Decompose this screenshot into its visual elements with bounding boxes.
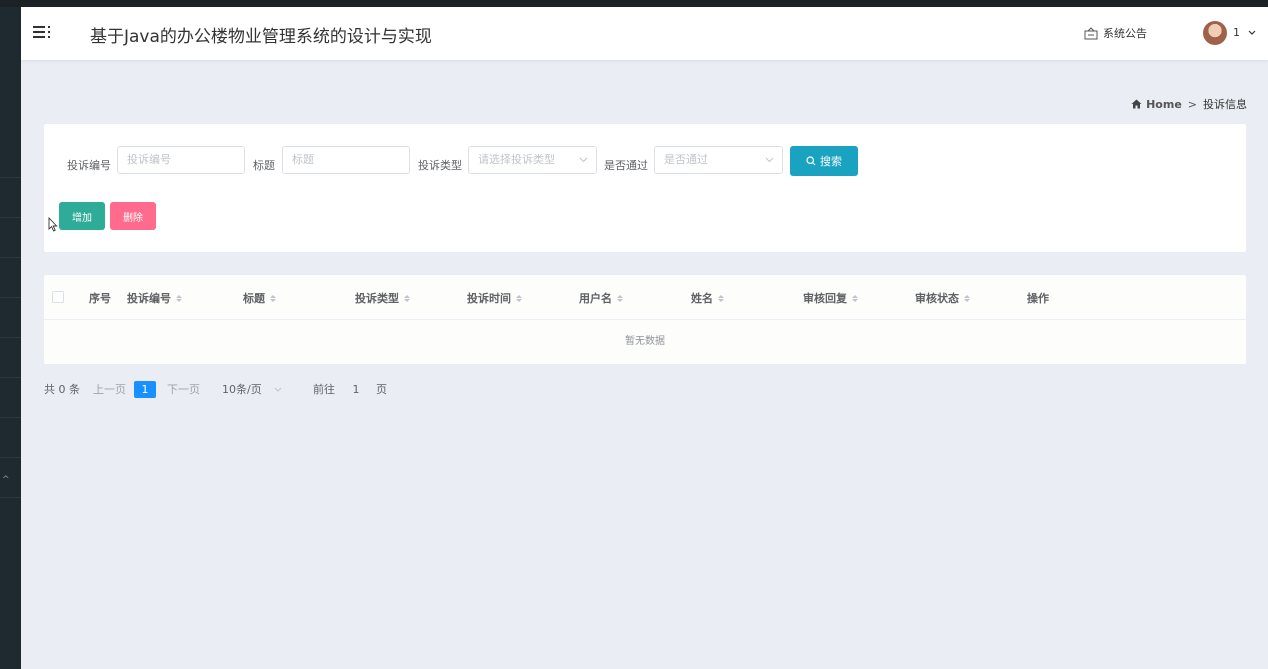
main-area: 基于Java的办公楼物业管理系统的设计与实现 系统公告 1 Home > 投诉信… [21,7,1268,669]
column-header-review-status[interactable]: 审核状态 [915,290,970,306]
sidebar-divider [0,337,21,338]
breadcrumb-separator: > [1187,97,1197,111]
notice-label: 系统公告 [1103,27,1147,40]
prev-page-button[interactable]: 上一页 [93,381,126,399]
breadcrumb-home[interactable]: Home [1131,98,1182,111]
sort-icon[interactable] [852,294,858,302]
search-button[interactable]: 搜索 [790,146,858,176]
sort-icon[interactable] [964,294,970,302]
column-header-label: 标题 [243,292,265,305]
app-title: 基于Java的办公楼物业管理系统的设计与实现 [90,27,432,47]
column-header-review-reply[interactable]: 审核回复 [803,290,858,306]
search-icon [806,156,816,166]
page-size-select[interactable]: 10条/页 [222,381,282,399]
column-header-label: 操作 [1027,292,1049,305]
delete-button[interactable]: 删除 [110,202,156,230]
menu-toggle-icon[interactable] [33,24,51,40]
title-label: 标题 [253,159,275,172]
complaint-no-input[interactable]: 投诉编号 [117,146,245,174]
sidebar-divider [0,497,21,498]
column-header-label: 投诉时间 [467,292,511,305]
avatar[interactable] [1203,21,1227,45]
breadcrumb-current: 投诉信息 [1203,98,1247,111]
system-notice-button[interactable]: 系统公告 [1084,25,1147,41]
approved-label: 是否通过 [604,159,648,172]
complaint-type-select[interactable]: 请选择投诉类型 [468,146,597,174]
search-panel: 投诉编号 投诉编号 标题 标题 投诉类型 请选择投诉类型 是否通过 是否通过 搜… [44,124,1246,252]
column-header-complaint-type[interactable]: 投诉类型 [355,290,410,306]
breadcrumb: Home > 投诉信息 [1131,96,1247,112]
notice-icon [1084,26,1098,39]
sidebar-divider [0,377,21,378]
goto-page-input[interactable]: 1 [349,381,363,399]
complaint-no-label: 投诉编号 [67,159,111,172]
column-header-title[interactable]: 标题 [243,290,276,306]
table-header: 序号 投诉编号 标题 投诉类型 投诉时间 用户名 姓名 审核回复 审核状态 操作 [44,275,1246,320]
header: 基于Java的办公楼物业管理系统的设计与实现 系统公告 1 [21,7,1268,60]
add-button[interactable]: 增加 [59,202,105,230]
user-menu[interactable]: 1 [1233,26,1256,39]
column-header-label: 投诉编号 [127,292,171,305]
sort-icon[interactable] [404,294,410,302]
page-number-button[interactable]: 1 [134,381,156,398]
title-placeholder: 标题 [292,153,314,166]
search-button-label: 搜索 [820,155,842,168]
column-header-index: 序号 [89,290,111,306]
sort-icon[interactable] [270,294,276,302]
sidebar-divider [0,297,21,298]
sort-icon[interactable] [718,294,724,302]
column-header-label: 审核状态 [915,292,959,305]
column-header-label: 姓名 [691,292,713,305]
sort-icon[interactable] [516,294,522,302]
select-all-checkbox[interactable] [52,291,64,303]
column-header-label: 用户名 [579,292,612,305]
column-header-name[interactable]: 姓名 [691,290,724,306]
goto-prefix: 前往 [313,383,335,396]
complaint-type-placeholder: 请选择投诉类型 [478,153,555,166]
goto-suffix: 页 [376,383,387,396]
breadcrumb-home-label: Home [1146,97,1182,111]
chevron-up-icon[interactable]: ^ [2,475,10,485]
sort-icon[interactable] [176,294,182,302]
home-icon [1131,99,1142,109]
column-header-username[interactable]: 用户名 [579,290,623,306]
approved-select[interactable]: 是否通过 [654,146,783,174]
chevron-down-icon [765,157,774,163]
pagination-total: 共 0 条 [44,383,80,396]
complaint-no-placeholder: 投诉编号 [127,153,171,166]
title-input[interactable]: 标题 [282,146,410,174]
page-size-value: 10条/页 [222,383,262,396]
column-header-complaint-no[interactable]: 投诉编号 [127,290,182,306]
sidebar: ^ [0,7,21,669]
next-page-button[interactable]: 下一页 [167,381,200,399]
sidebar-divider [0,257,21,258]
column-header-label: 序号 [89,292,111,305]
column-header-complaint-time[interactable]: 投诉时间 [467,290,522,306]
sidebar-divider [0,217,21,218]
sidebar-divider [0,457,21,458]
chevron-down-icon [274,387,282,392]
sidebar-divider [0,417,21,418]
column-header-actions: 操作 [1027,290,1049,306]
empty-table-text: 暂无数据 [625,336,665,347]
chevron-down-icon [1248,30,1255,35]
data-table: 序号 投诉编号 标题 投诉类型 投诉时间 用户名 姓名 审核回复 审核状态 操作… [44,275,1246,364]
chevron-down-icon [579,157,588,163]
sidebar-divider [0,177,21,178]
approved-placeholder: 是否通过 [664,153,708,166]
mouse-cursor-icon [48,217,58,232]
complaint-type-label: 投诉类型 [418,159,462,172]
sort-icon[interactable] [617,294,623,302]
column-header-label: 审核回复 [803,292,847,305]
top-strip [0,0,1268,7]
column-header-label: 投诉类型 [355,292,399,305]
username: 1 [1233,26,1240,39]
